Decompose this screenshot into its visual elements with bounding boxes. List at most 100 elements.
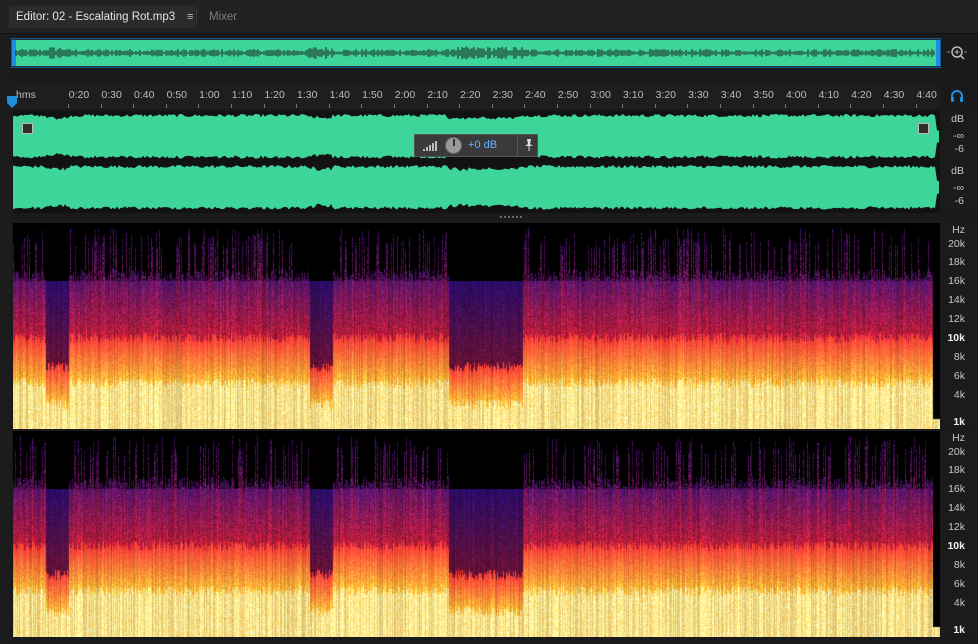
ch2-hz-label: 6k bbox=[953, 578, 965, 590]
panel-resize-handle[interactable] bbox=[500, 215, 524, 219]
ruler-tick-label: 0:20 bbox=[68, 89, 90, 101]
ruler-tick-mark bbox=[328, 104, 330, 108]
ruler-tick-mark bbox=[785, 104, 787, 108]
ruler-tick-mark bbox=[687, 104, 689, 108]
volume-hud[interactable]: +0 dB bbox=[414, 134, 538, 157]
ruler-tick-mark bbox=[165, 104, 167, 108]
spectrogram-channel-2[interactable] bbox=[13, 431, 940, 637]
ruler-tick-label: 4:40 bbox=[916, 89, 937, 101]
ruler-tick-mark bbox=[296, 104, 298, 108]
time-ruler[interactable]: hms 0:20 0:30 0:40 0:50 1:00 1:10 1:20 1:30 1:40… bbox=[11, 86, 941, 108]
ruler-tick-mark bbox=[850, 104, 852, 108]
ruler-tick-label: 3:50 bbox=[753, 89, 774, 101]
ruler-tick-mark bbox=[100, 104, 102, 108]
ch1-hz-label: 14k bbox=[948, 294, 965, 306]
ruler-tick-label: 2:40 bbox=[525, 89, 546, 101]
ruler-tick-mark bbox=[557, 104, 558, 108]
db-unit-label-ch1: dB bbox=[951, 113, 964, 125]
ruler-tick-label: 2:20 bbox=[459, 89, 481, 101]
tab-editor-label: Editor: 02 - Escalating Rot.mp3 bbox=[16, 11, 176, 23]
ruler-tick-mark bbox=[361, 104, 363, 108]
ch1-hz-label: 18k bbox=[948, 256, 965, 268]
ruler-tick-label: 0:40 bbox=[133, 89, 155, 101]
ch1-hz-label: 4k bbox=[953, 389, 965, 401]
ch2-hz-label: 20k bbox=[948, 446, 965, 458]
ch1-hz-label: 12k bbox=[948, 313, 965, 325]
hz-scale-channel-1: Hz 20k 18k 16k 14k 12k 10k 8k 6k 4k 1k bbox=[941, 223, 978, 429]
ruler-tick-label: 1:00 bbox=[199, 89, 220, 101]
ruler-tick-mark bbox=[883, 104, 884, 108]
tab-mixer[interactable]: Mixer bbox=[209, 6, 237, 28]
ruler-tick-label: 1:40 bbox=[329, 89, 351, 101]
ch2-hz-label: 16k bbox=[948, 483, 965, 495]
ch2-hz-label: 12k bbox=[948, 521, 965, 533]
ch2-hz-label: 18k bbox=[948, 464, 965, 476]
ch2-hz-label: 4k bbox=[953, 597, 965, 609]
waveform-channels bbox=[13, 113, 939, 210]
ruler-tick-label: 0:50 bbox=[166, 89, 188, 101]
volume-knob-icon[interactable] bbox=[445, 137, 462, 154]
ruler-tick-mark bbox=[817, 104, 819, 108]
level-meter-icon bbox=[423, 141, 437, 151]
ruler-tick-mark bbox=[133, 104, 135, 108]
ruler-tick-label: 3:40 bbox=[720, 89, 742, 101]
spectrogram-channel-1[interactable] bbox=[13, 223, 940, 429]
ruler-tick-label: 2:10 bbox=[427, 89, 448, 101]
volume-value[interactable]: +0 dB bbox=[468, 139, 497, 151]
ruler-tick-mark bbox=[589, 104, 591, 108]
ch1-hz-label: 1k bbox=[953, 416, 965, 428]
ch1-hz-label: 8k bbox=[953, 351, 965, 363]
tab-bar: Editor: 02 - Escalating Rot.mp3 ≡ Mixer bbox=[0, 0, 978, 34]
pin-icon[interactable] bbox=[523, 138, 535, 152]
ch1-hz-label: 10k bbox=[947, 332, 965, 344]
ruler-tick-mark bbox=[752, 104, 754, 108]
headphones-icon[interactable] bbox=[949, 88, 965, 104]
ch2-hz-label: 10k bbox=[947, 540, 965, 552]
ruler-tick-label: 2:50 bbox=[557, 89, 579, 101]
ruler-tick-label: 4:30 bbox=[883, 89, 905, 101]
tab-divider bbox=[196, 8, 197, 26]
ruler-tick-mark bbox=[198, 104, 200, 108]
ch1-hz-label: Hz bbox=[952, 224, 965, 236]
ruler-tick-mark bbox=[263, 104, 265, 108]
menu-icon[interactable]: ≡ bbox=[187, 6, 193, 28]
ruler-tick-label: 1:20 bbox=[264, 89, 285, 101]
ruler-tick-mark bbox=[720, 104, 721, 108]
overview-navigator[interactable] bbox=[11, 38, 941, 68]
ruler-tick-mark bbox=[915, 104, 917, 108]
ch2-hz-label: Hz bbox=[952, 432, 965, 444]
spectrogram-canvas-1 bbox=[13, 223, 940, 429]
ruler-tick-label: 3:00 bbox=[590, 89, 611, 101]
ch1-hz-label: 20k bbox=[948, 238, 965, 250]
ruler-tick-mark bbox=[491, 104, 493, 108]
ruler-tick-mark bbox=[524, 104, 526, 108]
hz-scale-channel-2: Hz 20k 18k 16k 14k 12k 10k 8k 6k 4k 1k bbox=[941, 431, 978, 637]
ruler-tick-mark bbox=[459, 104, 461, 108]
ruler-tick-label: 0:30 bbox=[101, 89, 122, 101]
ruler-tick-label: 4:20 bbox=[851, 89, 872, 101]
waveform-channel bbox=[13, 164, 939, 210]
zoom-icon[interactable] bbox=[946, 42, 968, 64]
playhead-marker-icon[interactable] bbox=[7, 96, 17, 108]
db-minus6-label-ch1: -6 bbox=[954, 143, 964, 155]
spectrogram-canvas-2 bbox=[13, 431, 940, 637]
db-minf-label-ch2: -∞ bbox=[953, 182, 964, 194]
waveform-display[interactable] bbox=[13, 111, 940, 213]
ruler-tick-mark bbox=[654, 104, 656, 108]
db-scale: dB -∞ -6 dB -∞ -6 bbox=[941, 111, 978, 213]
ruler-tick-label: 1:30 bbox=[296, 89, 318, 101]
ch1-hz-label: 16k bbox=[948, 275, 965, 287]
fade-out-handle[interactable] bbox=[918, 123, 929, 134]
ruler-tick-label: 4:00 bbox=[785, 89, 807, 101]
ruler-tick-label: 3:20 bbox=[655, 89, 677, 101]
ch2-hz-label: 14k bbox=[948, 502, 965, 514]
ruler-tick-mark bbox=[68, 104, 69, 108]
ruler-tick-label: 1:10 bbox=[231, 89, 253, 101]
fade-in-handle[interactable] bbox=[22, 123, 33, 134]
db-minf-label-ch1: -∞ bbox=[953, 130, 964, 142]
ruler-tick-label: 2:30 bbox=[492, 89, 514, 101]
ruler-tick-mark bbox=[622, 104, 624, 108]
tab-editor[interactable]: Editor: 02 - Escalating Rot.mp3 ≡ bbox=[9, 6, 195, 28]
ch1-hz-label: 6k bbox=[953, 370, 965, 382]
ch2-hz-label: 1k bbox=[953, 624, 965, 636]
